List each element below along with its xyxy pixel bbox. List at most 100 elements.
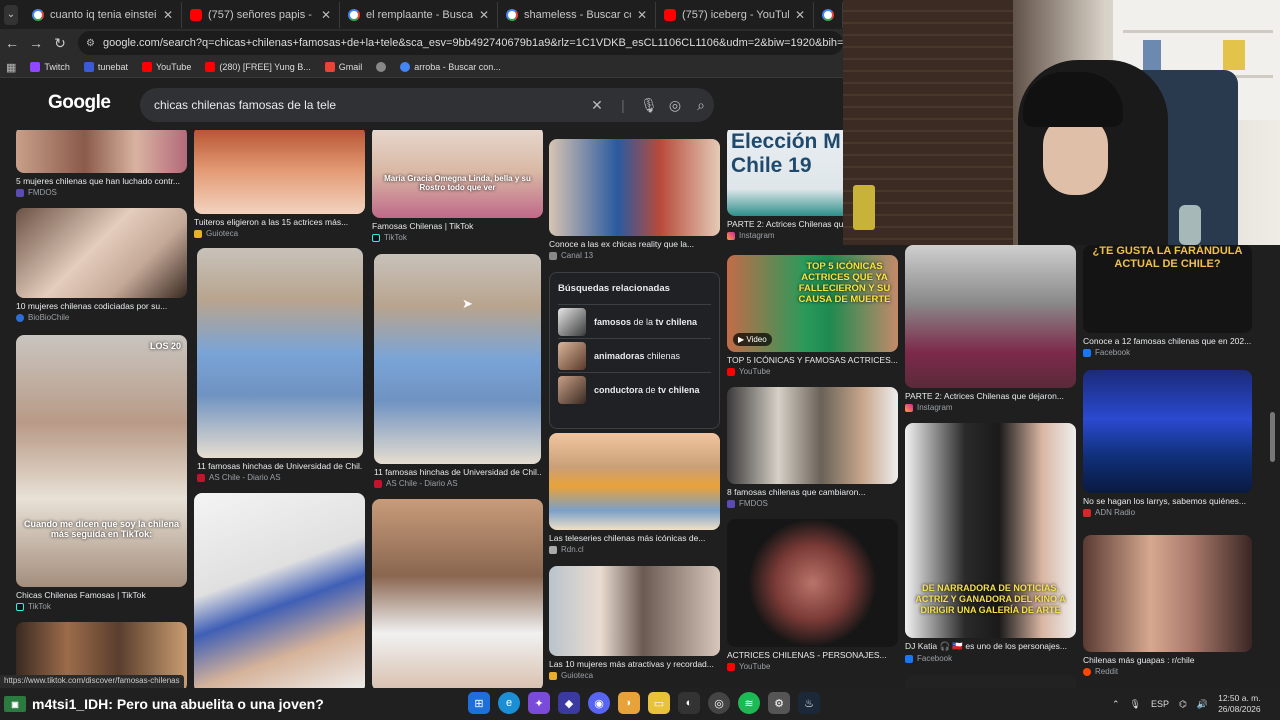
tab-1[interactable]: cuanto iq tenia einstein - Buscar ✕ bbox=[24, 1, 182, 28]
result-image[interactable]: LOS 20 Cuando me dicen que soy la chilen… bbox=[16, 335, 187, 587]
search-icon[interactable]: ⌕ bbox=[688, 97, 714, 114]
result-image[interactable] bbox=[1083, 535, 1252, 652]
search-box[interactable]: chicas chilenas famosas de la tele ✕ | 🎙… bbox=[140, 88, 714, 122]
result-card[interactable] bbox=[372, 499, 543, 688]
result-image[interactable] bbox=[194, 493, 365, 688]
tab-5[interactable]: (757) iceberg - YouTube ✕ bbox=[656, 1, 814, 28]
bookmark-arroba[interactable]: arroba - Buscar con... bbox=[400, 62, 501, 72]
result-card[interactable]: PARTE 2: Actrices Chilenas que dejaron..… bbox=[905, 245, 1076, 412]
result-image[interactable]: TOP 5 ICÓNICAS ACTRICES QUE YA FALLECIER… bbox=[727, 255, 898, 352]
result-card[interactable]: No se hagan los larrys, sabemos quiénes.… bbox=[1083, 370, 1252, 517]
result-image[interactable] bbox=[905, 245, 1076, 388]
spotify-icon[interactable]: ≋ bbox=[738, 692, 760, 714]
folder-icon[interactable]: ▭ bbox=[648, 692, 670, 714]
tab-4[interactable]: shameless - Buscar con Google ✕ bbox=[498, 1, 656, 28]
result-caption[interactable]: Las teleseries chilenas más icónicas de.… bbox=[549, 533, 720, 543]
reload-icon[interactable]: ↻ bbox=[48, 35, 72, 52]
result-caption[interactable]: Conoce a las ex chicas reality que la... bbox=[549, 239, 720, 249]
result-caption[interactable]: No se hagan los larrys, sabemos quiénes.… bbox=[1083, 496, 1252, 506]
bookmark-tunebat[interactable]: tunebat bbox=[83, 62, 128, 72]
site-info-icon[interactable]: ⚙ bbox=[86, 38, 95, 49]
close-icon[interactable]: ✕ bbox=[479, 8, 489, 22]
bookmark-youtube[interactable]: YouTube bbox=[141, 62, 191, 72]
result-card[interactable]: TOP 5 ICÓNICAS ACTRICES QUE YA FALLECIER… bbox=[727, 255, 898, 376]
result-caption[interactable]: 10 mujeres chilenas codiciadas por su... bbox=[16, 301, 187, 311]
network-icon[interactable]: ⌬ bbox=[1179, 699, 1187, 710]
result-card[interactable]: María Gracia Omegna Linda, bella y su Ro… bbox=[372, 130, 543, 242]
search-query[interactable]: chicas chilenas famosas de la tele bbox=[154, 98, 584, 112]
microphone-icon[interactable]: 🎙 bbox=[636, 97, 662, 114]
chevron-up-icon[interactable]: ⌃ bbox=[1112, 699, 1120, 710]
tab-3[interactable]: el remplaante - Buscar con Google ✕ bbox=[340, 1, 498, 28]
result-card[interactable]: Tuiteros eligieron a las 15 actrices más… bbox=[194, 130, 365, 238]
result-card[interactable]: Chilenas más guapas : r/chile Reddit bbox=[1083, 535, 1252, 676]
result-card[interactable]: ➤ 11 famosas hinchas de Universidad de C… bbox=[374, 254, 541, 488]
result-caption[interactable]: TOP 5 ICÓNICAS Y FAMOSAS ACTRICES... bbox=[727, 355, 898, 365]
tab-2[interactable]: (757) señores papis - YouTube ✕ bbox=[182, 1, 340, 28]
result-image[interactable] bbox=[727, 387, 898, 484]
result-caption[interactable]: 11 famosas hinchas de Universidad de Chi… bbox=[197, 461, 363, 471]
result-card[interactable]: ¿TE GUSTA LA FARÁNDULA ACTUAL DE CHILE? … bbox=[1083, 245, 1252, 357]
result-image[interactable] bbox=[905, 675, 1076, 688]
result-image[interactable] bbox=[16, 130, 187, 173]
close-icon[interactable]: ✕ bbox=[637, 8, 647, 22]
result-card[interactable]: 8 famosas chilenas que cambiaron... FMDO… bbox=[727, 387, 898, 508]
forward-arrow-icon[interactable]: → bbox=[24, 35, 48, 51]
result-card[interactable]: Conoce a las ex chicas reality que la...… bbox=[549, 139, 720, 260]
result-image[interactable] bbox=[1083, 370, 1252, 493]
result-caption[interactable]: Tuiteros eligieron a las 15 actrices más… bbox=[194, 217, 365, 227]
language-indicator[interactable]: ESP bbox=[1151, 699, 1169, 709]
result-card[interactable]: DE NARRADORA DE NOTICIAS, ACTRIZ Y GANAD… bbox=[905, 423, 1076, 663]
result-caption[interactable]: 5 mujeres chilenas que han luchado contr… bbox=[16, 176, 187, 186]
related-search-item[interactable]: famosos de la tv chilena bbox=[558, 304, 711, 338]
result-caption[interactable]: ACTRICES CHILENAS - PERSONAJES... bbox=[727, 650, 898, 660]
result-image[interactable] bbox=[727, 519, 898, 647]
copilot-icon[interactable]: ✦ bbox=[528, 692, 550, 714]
result-caption[interactable]: Chilenas más guapas : r/chile bbox=[1083, 655, 1252, 665]
bookmark-gmail[interactable]: Gmail bbox=[324, 62, 362, 72]
close-icon[interactable]: ✕ bbox=[795, 8, 805, 22]
bookmark-twitch[interactable]: Twitch bbox=[30, 62, 70, 72]
chrome-icon[interactable]: ◎ bbox=[708, 692, 730, 714]
camera-lens-icon[interactable]: ◎ bbox=[662, 97, 688, 114]
discord-icon[interactable]: ◉ bbox=[588, 692, 610, 714]
back-arrow-icon[interactable]: ← bbox=[0, 35, 24, 51]
tab-6[interactable] bbox=[814, 1, 843, 28]
result-image[interactable]: ➤ bbox=[374, 254, 541, 464]
result-caption[interactable]: DJ Katia 🎧 🇨🇱 es uno de los personajes..… bbox=[905, 641, 1076, 652]
app-icon[interactable]: ◆ bbox=[558, 692, 580, 714]
related-search-item[interactable]: conductora de tv chilena bbox=[558, 372, 711, 406]
result-caption[interactable]: Famosas Chilenas | TikTok bbox=[372, 221, 543, 231]
result-card[interactable] bbox=[905, 675, 1076, 688]
result-image[interactable]: María Gracia Omegna Linda, bella y su Ro… bbox=[372, 130, 543, 218]
result-card[interactable]: 11 famosas hinchas de Universidad de Chi… bbox=[197, 248, 363, 482]
microphone-icon[interactable]: 🎙 bbox=[1130, 699, 1141, 710]
result-image[interactable] bbox=[549, 566, 720, 656]
result-card[interactable]: 5 mujeres chilenas que han luchado contr… bbox=[16, 130, 187, 197]
clear-icon[interactable]: ✕ bbox=[584, 97, 610, 114]
volume-icon[interactable]: 🔊 bbox=[1197, 699, 1208, 710]
result-image[interactable] bbox=[549, 433, 720, 530]
steam-icon[interactable]: ♨ bbox=[798, 692, 820, 714]
result-caption[interactable]: PARTE 2: Actrices Chilenas que dejaron..… bbox=[905, 391, 1076, 401]
result-caption[interactable]: Las 10 mujeres más atractivas y recordad… bbox=[549, 659, 720, 669]
bookmark-unnamed[interactable] bbox=[376, 62, 387, 72]
windows-start-icon[interactable]: ⊞ bbox=[468, 692, 490, 714]
app-icon[interactable]: ◐ bbox=[678, 692, 700, 714]
result-image[interactable] bbox=[197, 248, 363, 458]
result-card[interactable]: 10 mujeres chilenas codiciadas por su...… bbox=[16, 208, 187, 322]
close-icon[interactable]: ✕ bbox=[321, 8, 331, 22]
scrollbar-thumb[interactable] bbox=[1270, 412, 1275, 462]
apps-grid-icon[interactable]: ▦ bbox=[6, 61, 16, 74]
bookmark-yung[interactable]: (280) [FREE] Yung B... bbox=[205, 62, 311, 72]
clock[interactable]: 12:50 a. m. 26/08/2026 bbox=[1218, 693, 1261, 715]
result-caption[interactable]: 11 famosas hinchas de Universidad de Chi… bbox=[374, 467, 541, 477]
close-icon[interactable]: ✕ bbox=[163, 8, 173, 22]
related-search-item[interactable]: animadoras chilenas bbox=[558, 338, 711, 372]
result-image[interactable]: DE NARRADORA DE NOTICIAS, ACTRIZ Y GANAD… bbox=[905, 423, 1076, 638]
result-image[interactable] bbox=[372, 499, 543, 688]
result-caption[interactable]: Conoce a 12 famosas chilenas que en 202.… bbox=[1083, 336, 1252, 346]
result-caption[interactable]: 8 famosas chilenas que cambiaron... bbox=[727, 487, 898, 497]
edge-icon[interactable]: e bbox=[498, 692, 520, 714]
result-image[interactable]: ¿TE GUSTA LA FARÁNDULA ACTUAL DE CHILE? bbox=[1083, 245, 1252, 333]
